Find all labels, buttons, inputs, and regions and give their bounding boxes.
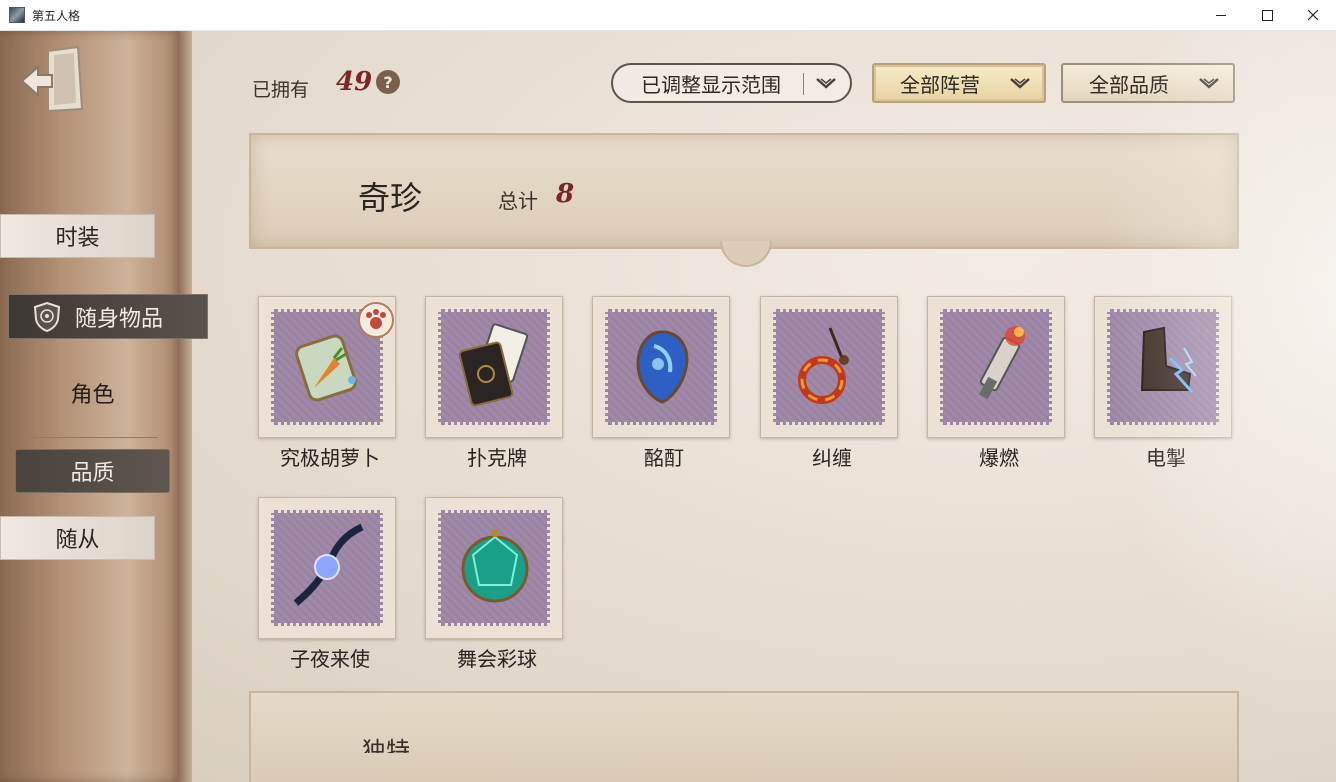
item-name: 扑克牌 xyxy=(467,446,527,470)
ring-pendant-icon xyxy=(798,327,849,404)
green-gem-ball-icon xyxy=(461,529,529,603)
window-title: 第五人格 xyxy=(32,9,81,23)
item-card-poker[interactable]: 扑克牌 xyxy=(425,296,563,471)
chevron-down-icon xyxy=(1199,78,1219,89)
shield-icon xyxy=(33,301,61,333)
sidebar-edge xyxy=(178,31,192,782)
tab-quality-label: 品质 xyxy=(70,461,115,486)
category-total: 8 xyxy=(556,179,575,209)
maximize-icon xyxy=(1261,9,1273,21)
minimize-icon xyxy=(1216,14,1226,16)
item-card-midnight-envoy[interactable]: 子夜来使 xyxy=(258,497,396,672)
item-name: 舞会彩球 xyxy=(457,647,537,671)
tab-quality[interactable]: 品质 xyxy=(15,449,170,493)
dropdown-divider xyxy=(803,73,804,95)
item-card-lightning[interactable]: 电掣 xyxy=(1094,296,1232,471)
tab-costume[interactable]: 时装 xyxy=(0,214,155,258)
help-icon[interactable]: ? xyxy=(376,70,400,94)
minimize-button[interactable] xyxy=(1198,0,1244,30)
item-card-deflagration[interactable]: 爆燃 xyxy=(927,296,1065,471)
owned-label: 已拥有 xyxy=(252,79,310,101)
tab-accessories-label: 随身物品 xyxy=(75,306,164,332)
item-name: 子夜来使 xyxy=(290,647,370,671)
feather-orb-icon xyxy=(293,523,364,606)
window-titlebar[interactable]: 第五人格 xyxy=(0,0,1336,31)
app-icon xyxy=(9,7,25,23)
boot-lightning-icon xyxy=(1140,326,1197,393)
item-card-ultimate-carrot[interactable]: 究极胡萝卜 xyxy=(258,296,396,471)
tab-costume-label: 时装 xyxy=(55,226,100,251)
banner-notch xyxy=(720,241,772,267)
chevron-down-icon xyxy=(1010,78,1030,89)
item-name: 爆燃 xyxy=(979,446,1019,470)
game-area: 时装 随身物品 角色 品质 随从 已拥有 49 ? 已调整显示范围 全部阵营 全… xyxy=(0,31,1336,782)
quality-dropdown-label: 全部品质 xyxy=(1089,72,1169,97)
close-button[interactable] xyxy=(1290,0,1336,30)
item-name: 纠缠 xyxy=(812,446,852,470)
tab-follower[interactable]: 随从 xyxy=(0,516,155,560)
blue-heart-icon xyxy=(636,330,689,404)
item-name: 酩酊 xyxy=(644,446,684,470)
item-name: 电掣 xyxy=(1146,446,1186,470)
category-title: 奇珍 xyxy=(358,179,423,217)
tab-role-label: 角色 xyxy=(70,383,115,408)
chevron-down-icon xyxy=(816,78,836,89)
item-card-entangle[interactable]: 纠缠 xyxy=(760,296,898,471)
tab-role[interactable]: 角色 xyxy=(15,371,170,415)
range-dropdown-label: 已调整显示范围 xyxy=(641,72,781,97)
paw-badge-icon xyxy=(358,302,394,338)
category-total-label: 总计 xyxy=(498,189,538,213)
item-card-drunk[interactable]: 酩酊 xyxy=(592,296,730,471)
exit-icon[interactable] xyxy=(18,45,84,115)
quality-dropdown[interactable]: 全部品质 xyxy=(1061,63,1235,103)
tab-accessories[interactable]: 随身物品 xyxy=(8,294,208,339)
owned-count: 49 xyxy=(336,67,373,97)
close-icon xyxy=(1307,9,1319,21)
spark-plug-icon xyxy=(978,326,1025,400)
item-name: 究极胡萝卜 xyxy=(280,446,380,470)
next-category-title: 独特 xyxy=(362,737,410,753)
tab-follower-label: 随从 xyxy=(55,528,100,553)
playing-cards-icon xyxy=(458,323,529,407)
faction-dropdown[interactable]: 全部阵营 xyxy=(872,63,1046,103)
range-dropdown[interactable]: 已调整显示范围 xyxy=(611,63,852,103)
item-card-ball[interactable]: 舞会彩球 xyxy=(425,497,563,672)
divider xyxy=(30,437,158,438)
maximize-button[interactable] xyxy=(1244,0,1290,30)
faction-dropdown-label: 全部阵营 xyxy=(900,72,980,97)
